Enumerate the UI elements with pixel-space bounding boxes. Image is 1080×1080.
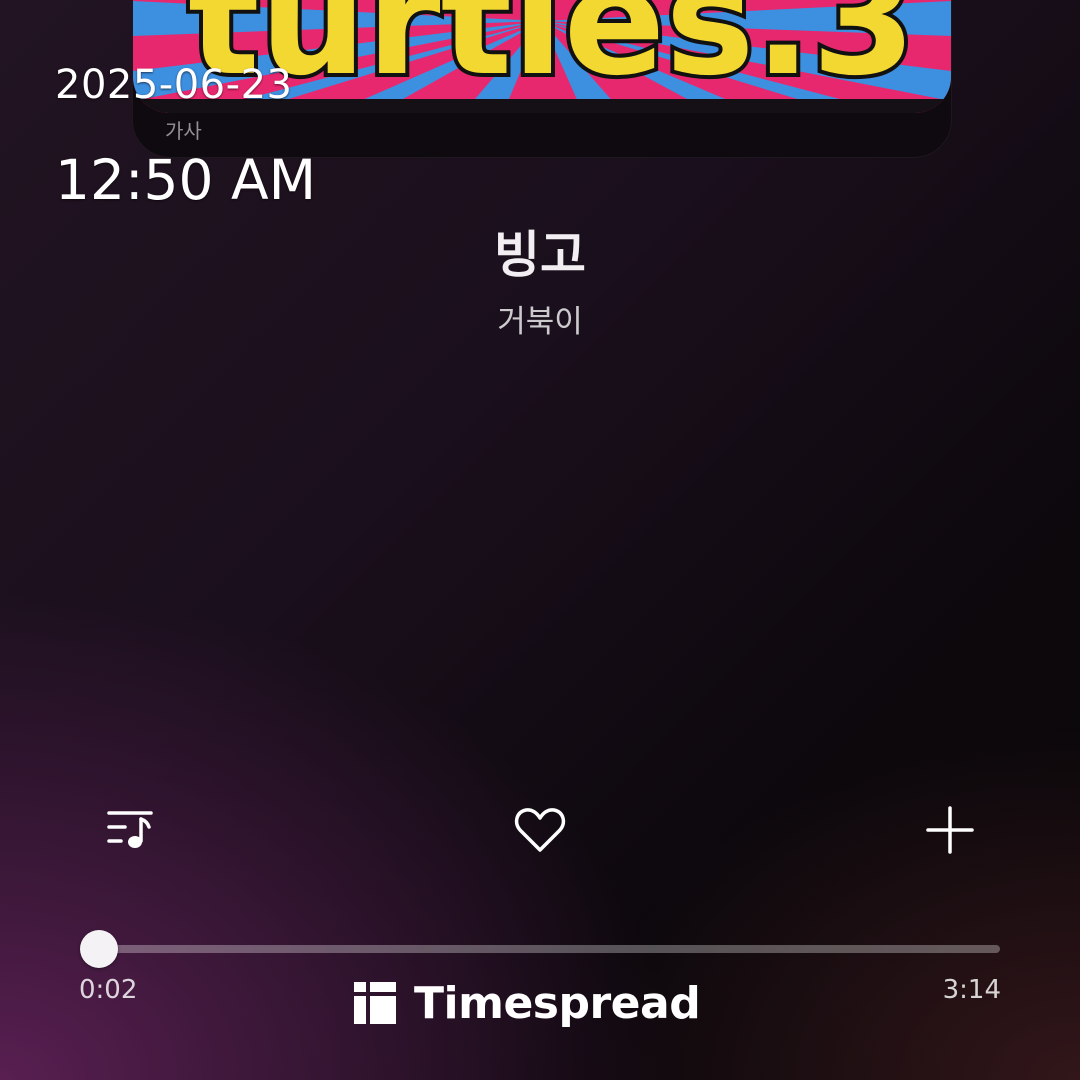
track-title: 빙고 (494, 226, 586, 284)
overlay-date: 2025-06-23 (55, 62, 293, 108)
overlay-time: 12:50 AM (55, 148, 317, 212)
album-title-art: turtles.3 (184, 0, 920, 113)
svg-text:turtles.3: turtles.3 (188, 0, 916, 109)
like-button[interactable] (510, 800, 570, 860)
heart-outline-icon (514, 806, 566, 854)
total-time: 3:14 (942, 975, 1001, 1005)
lyrics-label[interactable]: 가사 (165, 115, 202, 144)
watermark-text: Timespread (414, 977, 701, 1029)
seek-thumb[interactable] (80, 930, 119, 968)
elapsed-time: 0:02 (79, 975, 138, 1005)
timespread-logo-icon (354, 982, 414, 1024)
queue-button[interactable] (100, 800, 160, 860)
now-playing-screen: turtles.3 가사 2025-06-23 12:50 AM 빙고 거북이 (0, 0, 1080, 1080)
playlist-music-icon (105, 805, 155, 855)
plus-icon (924, 804, 976, 856)
add-to-playlist-button[interactable] (920, 800, 980, 860)
track-artist[interactable]: 거북이 (0, 296, 1080, 341)
seek-bar[interactable] (90, 945, 1000, 953)
timespread-watermark: Timespread (354, 977, 701, 1029)
